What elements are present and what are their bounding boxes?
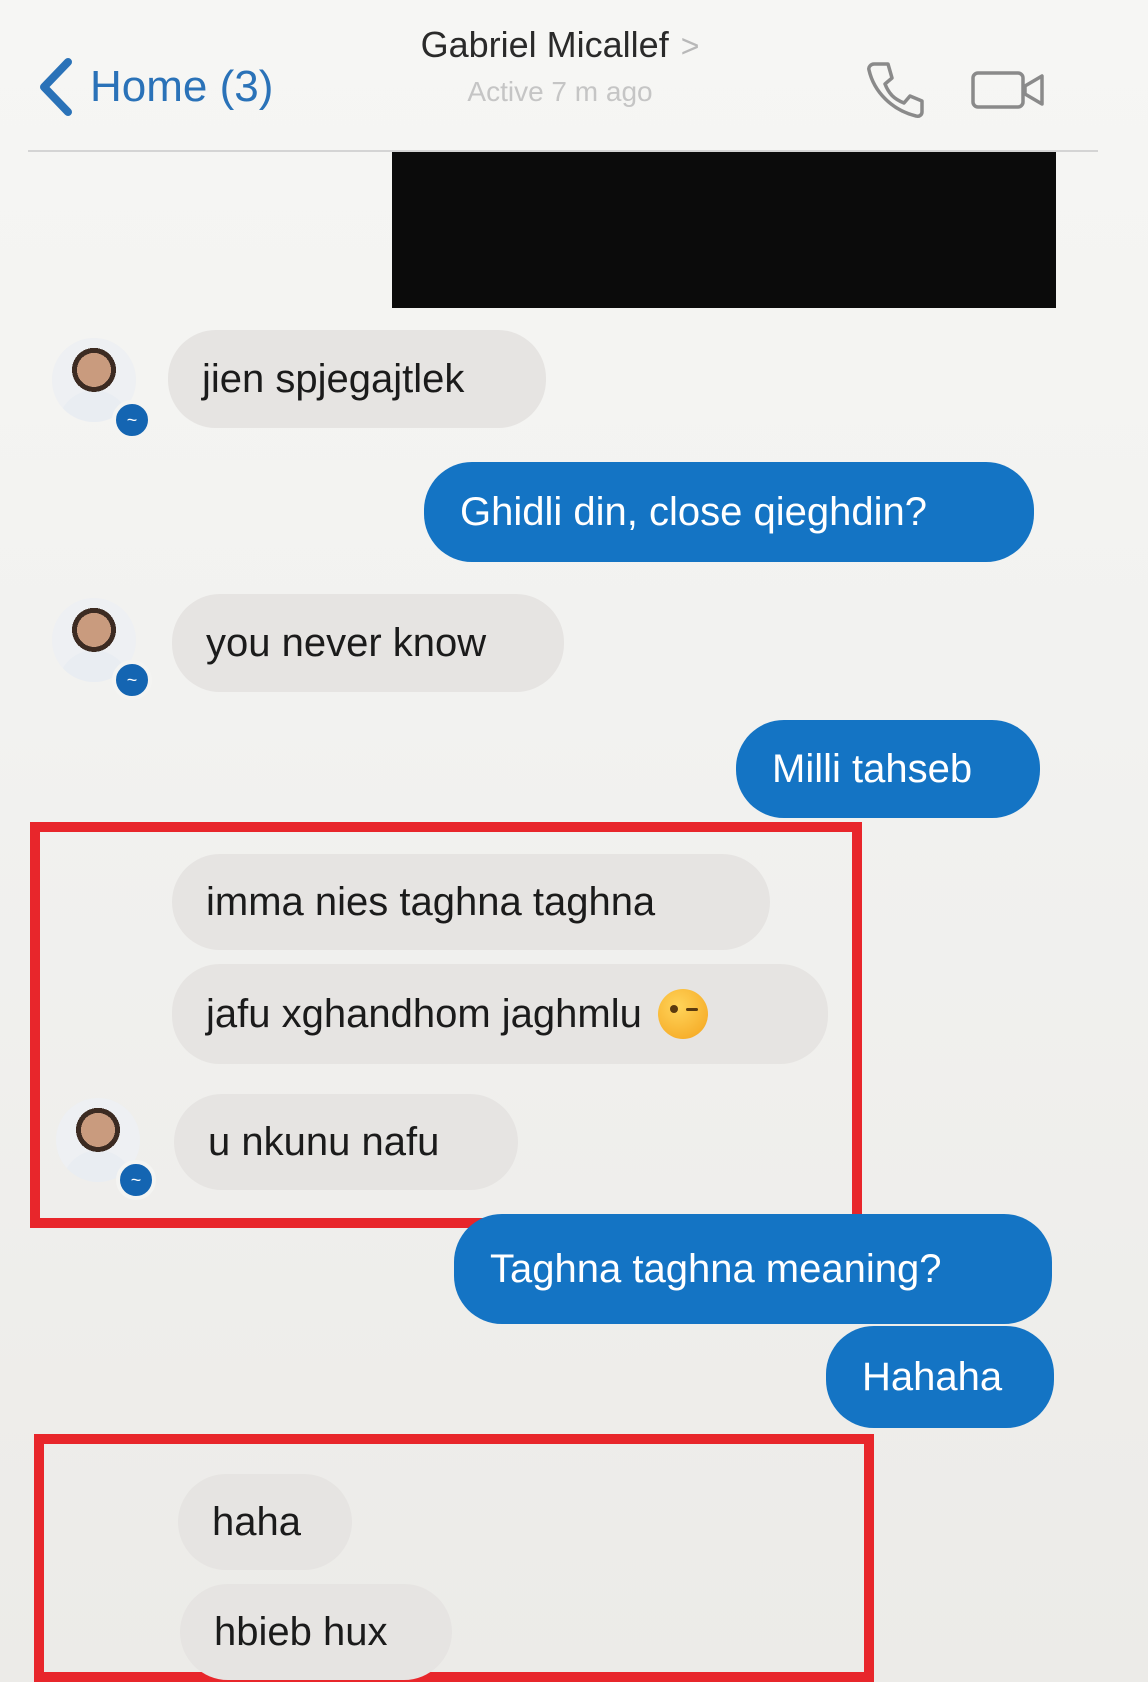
message-text: Hahaha	[862, 1354, 1003, 1399]
message-text: imma nies taghna taghna	[206, 879, 656, 924]
phone-icon[interactable]	[864, 58, 926, 120]
message-text: jien spjegajtlek	[202, 356, 465, 401]
incoming-message[interactable]: jien spjegajtlek	[168, 330, 546, 428]
incoming-message[interactable]: jafu xghandhom jaghmlu	[172, 964, 828, 1064]
message-text: Taghna taghna meaning?	[490, 1246, 942, 1291]
incoming-message[interactable]: you never know	[172, 594, 564, 692]
outgoing-message[interactable]: Hahaha	[826, 1326, 1054, 1428]
incoming-message[interactable]: haha	[178, 1474, 352, 1570]
message-text: you never know	[206, 620, 487, 665]
incoming-message[interactable]: u nkunu nafu	[174, 1094, 518, 1190]
winking-face-icon	[657, 989, 708, 1039]
contact-name: Gabriel Micallef	[420, 24, 669, 65]
message-text: u nkunu nafu	[208, 1119, 440, 1164]
message-text: haha	[212, 1499, 301, 1544]
messenger-badge-icon: ~	[116, 1160, 156, 1200]
contact-title[interactable]: Gabriel Micallef > Active 7 m ago	[360, 24, 760, 108]
message-text: hbieb hux	[214, 1609, 388, 1654]
chevron-left-icon	[40, 58, 72, 116]
outgoing-message[interactable]: Ghidli din, close qieghdin?	[424, 462, 1034, 562]
highlight-box	[34, 1434, 874, 1682]
outgoing-message[interactable]: Taghna taghna meaning?	[454, 1214, 1052, 1324]
incoming-message[interactable]: hbieb hux	[180, 1584, 452, 1680]
message-text: jafu xghandhom jaghmlu	[206, 991, 642, 1036]
redacted-block	[392, 152, 1056, 308]
contact-avatar[interactable]: ~	[52, 338, 152, 440]
outgoing-message[interactable]: Milli tahseb	[736, 720, 1040, 818]
messenger-badge-icon: ~	[112, 400, 152, 440]
contact-avatar[interactable]: ~	[52, 598, 152, 700]
chevron-right-icon: >	[680, 28, 700, 64]
message-text: Milli tahseb	[772, 746, 973, 791]
contact-avatar[interactable]: ~	[56, 1098, 156, 1200]
back-label: Home (3)	[90, 62, 274, 111]
active-status: Active 7 m ago	[467, 76, 653, 107]
incoming-message[interactable]: imma nies taghna taghna	[172, 854, 770, 950]
messenger-badge-icon: ~	[112, 660, 152, 700]
chat-header: Home (3) Gabriel Micallef > Active 7 m ag…	[0, 0, 1148, 150]
video-camera-icon[interactable]	[970, 68, 1046, 112]
back-button[interactable]: Home (3)	[36, 52, 273, 122]
message-text: Ghidli din, close qieghdin?	[460, 489, 927, 534]
